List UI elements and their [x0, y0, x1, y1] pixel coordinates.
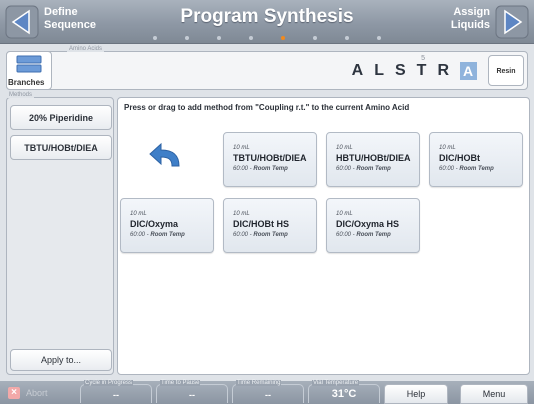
time-remaining-field: Time Remaining -- [232, 380, 304, 403]
cycle-in-progress-field: Cycle in Progress -- [80, 380, 152, 403]
card-volume: 10 mL [439, 145, 456, 151]
card-method-name: TBTU/HOBt/DIEA [233, 153, 307, 163]
card-method-name: DIC/HOBt [439, 153, 480, 163]
sequence-counter: 5 [421, 55, 425, 62]
amino-acid-item[interactable]: R [437, 62, 450, 80]
remaining-value: -- [265, 390, 271, 400]
forward-label-line1: Assign [453, 6, 490, 18]
methods-legend: Methods [7, 92, 35, 98]
method-card[interactable]: 10 mL TBTU/HOBt/DIEA 60:00 - Room Temp [223, 132, 317, 187]
progress-dot [345, 36, 349, 40]
card-time: 60:00 - Room Temp [233, 232, 288, 238]
abort-button[interactable]: × Abort [6, 384, 62, 402]
cycle-value: -- [113, 390, 119, 400]
card-duration: 60:00 [336, 166, 352, 172]
card-method-name: DIC/Oxyma HS [336, 219, 400, 229]
progress-dot [249, 36, 253, 40]
method-card[interactable]: 10 mL HBTU/HOBt/DIEA 60:00 - Room Temp [326, 132, 420, 187]
pause-value: -- [189, 390, 195, 400]
card-duration: 60:00 [336, 232, 352, 238]
resin-button[interactable]: Resin [488, 55, 524, 86]
method-card[interactable]: 10 mL DIC/Oxyma HS 60:00 - Room Temp [326, 198, 420, 253]
pause-label: Time to Pause [160, 380, 201, 386]
amino-acid-sequence: A L S T R A [352, 62, 477, 80]
card-duration: 60:00 [233, 166, 249, 172]
card-time: 60:00 - Room Temp [336, 166, 391, 172]
card-temperature: Room Temp [150, 232, 185, 238]
card-duration: 60:00 [233, 232, 249, 238]
progress-dot [217, 36, 221, 40]
method-library-panel: Press or drag to add method from "Coupli… [117, 97, 530, 375]
card-time: 60:00 - Room Temp [439, 166, 494, 172]
card-time: 60:00 - Room Temp [130, 232, 185, 238]
method-card[interactable]: 10 mL DIC/Oxyma 60:00 - Room Temp [120, 198, 214, 253]
cycle-label: Cycle in Progress [84, 380, 134, 386]
undo-arrow-icon[interactable] [148, 142, 182, 170]
card-method-name: HBTU/HOBt/DIEA [336, 153, 411, 163]
time-to-pause-field: Time to Pause -- [156, 380, 228, 403]
amino-acid-item[interactable]: A [352, 62, 365, 80]
progress-dot [377, 36, 381, 40]
apply-to-button[interactable]: Apply to... [10, 349, 112, 371]
instruction-text: Press or drag to add method from "Coupli… [124, 103, 410, 112]
menu-button[interactable]: Menu [460, 384, 528, 404]
branches-label: Branches [8, 78, 45, 87]
method-card[interactable]: 10 mL DIC/HOBt HS 60:00 - Room Temp [223, 198, 317, 253]
close-icon: × [8, 387, 20, 399]
card-volume: 10 mL [336, 211, 353, 217]
method-item-tbtu[interactable]: TBTU/HOBt/DIEA [10, 135, 112, 160]
card-time: 60:00 - Room Temp [336, 232, 391, 238]
amino-acid-item[interactable]: T [417, 62, 428, 80]
amino-acids-legend: Amino Acids [67, 46, 105, 52]
temp-label: Vial Temperature [312, 380, 360, 386]
card-temperature: Room Temp [356, 232, 391, 238]
card-temperature: Room Temp [459, 166, 494, 172]
method-card[interactable]: 10 mL DIC/HOBt 60:00 - Room Temp [429, 132, 523, 187]
header-bar: Define Sequence Program Synthesis Assign… [0, 0, 534, 44]
card-method-name: DIC/Oxyma [130, 219, 179, 229]
card-volume: 10 mL [233, 145, 250, 151]
amino-acid-bar: Amino Acids Branches 5 A L S T R A Resin [6, 46, 528, 90]
progress-dot [313, 36, 317, 40]
card-duration: 60:00 [130, 232, 146, 238]
card-temperature: Room Temp [356, 166, 391, 172]
forward-nav-label[interactable]: Assign Liquids [451, 6, 490, 32]
branches-button[interactable]: Branches [6, 51, 52, 90]
progress-dot [153, 36, 157, 40]
card-volume: 10 mL [233, 211, 250, 217]
amino-acid-item-selected[interactable]: A [460, 62, 477, 80]
method-item-piperidine[interactable]: 20% Piperidine [10, 105, 112, 130]
card-volume: 10 mL [336, 145, 353, 151]
card-temperature: Room Temp [253, 166, 288, 172]
footer-bar: × Abort Cycle in Progress -- Time to Pau… [0, 380, 534, 404]
abort-label: Abort [26, 388, 48, 398]
card-time: 60:00 - Room Temp [233, 166, 288, 172]
card-method-name: DIC/HOBt HS [233, 219, 289, 229]
branches-icon [16, 55, 42, 73]
progress-dots [0, 36, 534, 40]
remaining-label: Time Remaining [236, 380, 282, 386]
amino-acid-item[interactable]: L [374, 62, 385, 80]
card-volume: 10 mL [130, 211, 147, 217]
methods-panel: Methods 20% Piperidine TBTU/HOBt/DIEA Ap… [6, 92, 114, 375]
progress-dot-active [281, 36, 285, 40]
vial-temperature-field: Vial Temperature 31°C [308, 380, 380, 403]
card-duration: 60:00 [439, 166, 455, 172]
forward-arrow-icon[interactable] [495, 5, 529, 39]
help-button[interactable]: Help [384, 384, 448, 404]
progress-dot [185, 36, 189, 40]
temp-value: 31°C [331, 388, 357, 400]
card-temperature: Room Temp [253, 232, 288, 238]
forward-label-line2: Liquids [450, 19, 490, 31]
amino-acid-item[interactable]: S [395, 62, 407, 80]
